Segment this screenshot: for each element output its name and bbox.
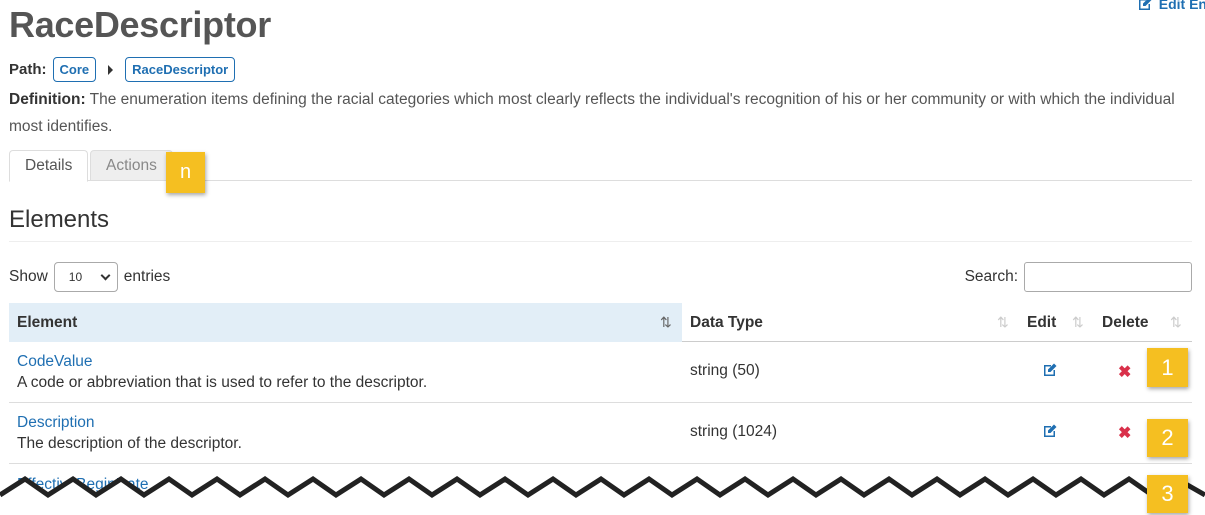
show-label: Show: [9, 268, 48, 285]
column-header-delete[interactable]: Delete ⇅: [1094, 303, 1192, 342]
chevron-down-icon: [100, 270, 111, 280]
hint-badge-row-1: 1: [1147, 348, 1188, 387]
torn-edge: [0, 475, 1205, 515]
edit-icon[interactable]: [1042, 362, 1058, 378]
pencil-square-icon: [1138, 0, 1152, 10]
hint-badge-actions: n: [166, 152, 205, 193]
entries-control: Show 10 entries: [9, 262, 170, 292]
element-link[interactable]: Description: [17, 412, 242, 433]
search-label: Search:: [964, 268, 1018, 285]
section-title: Elements: [9, 206, 110, 233]
sort-ascending-icon: ⇅: [660, 314, 672, 330]
element-description: The description of the descriptor.: [17, 435, 242, 452]
hint-badge-row-2: 2: [1147, 419, 1188, 457]
entries-select[interactable]: 10: [53, 262, 118, 292]
edit-icon[interactable]: [1042, 423, 1058, 439]
edit-entity-label: Edit En: [1158, 0, 1205, 12]
search-input[interactable]: [1024, 262, 1192, 292]
column-header-label: Edit: [1027, 313, 1057, 331]
definition: Definition: The enumeration items defini…: [9, 86, 1179, 140]
column-header-label: Element: [17, 313, 78, 331]
data-type-cell: string (1024): [690, 423, 778, 440]
sort-icon: ⇅: [1072, 314, 1084, 330]
path-label: Path:: [9, 61, 47, 78]
breadcrumb: Path: Core RaceDescriptor: [9, 57, 236, 82]
column-header-edit[interactable]: Edit ⇅: [1019, 303, 1094, 342]
column-header-data-type[interactable]: Data Type ⇅: [682, 303, 1019, 342]
element-cell: Description The description of the descr…: [17, 412, 242, 454]
element-cell: CodeValue A code or abbreviation that is…: [17, 351, 427, 393]
delete-icon[interactable]: ✖: [1118, 362, 1131, 382]
column-header-label: Data Type: [690, 313, 763, 331]
table-row: CodeValue A code or abbreviation that is…: [9, 342, 1192, 403]
edit-entity-link[interactable]: Edit En: [1137, 0, 1205, 12]
column-header-element[interactable]: Element ⇅: [9, 303, 682, 342]
section-divider: [9, 241, 1192, 242]
breadcrumb-core[interactable]: Core: [52, 57, 97, 82]
definition-text: The enumeration items defining the racia…: [9, 91, 1175, 135]
data-type-cell: string (50): [690, 362, 760, 379]
definition-label: Definition:: [9, 91, 86, 108]
tab-actions[interactable]: Actions: [90, 150, 173, 181]
element-link[interactable]: CodeValue: [17, 351, 427, 372]
table-header: Element ⇅ Data Type ⇅ Edit ⇅ Delete ⇅: [9, 303, 1192, 342]
table-row: Description The description of the descr…: [9, 403, 1192, 464]
column-header-label: Delete: [1102, 313, 1149, 331]
sort-icon: ⇅: [1170, 314, 1182, 330]
breadcrumb-racedescriptor[interactable]: RaceDescriptor: [125, 57, 236, 82]
entries-value: 10: [68, 270, 83, 284]
delete-icon[interactable]: ✖: [1118, 423, 1131, 443]
caret-right-icon: [108, 64, 114, 75]
search-control: Search:: [965, 262, 1192, 292]
tab-details[interactable]: Details: [9, 150, 89, 182]
sort-icon: ⇅: [997, 314, 1009, 330]
element-description: A code or abbreviation that is used to r…: [17, 374, 428, 391]
entries-label: entries: [123, 268, 171, 285]
page-title: RaceDescriptor: [9, 4, 271, 45]
hint-badge-row-3: 3: [1147, 475, 1188, 513]
